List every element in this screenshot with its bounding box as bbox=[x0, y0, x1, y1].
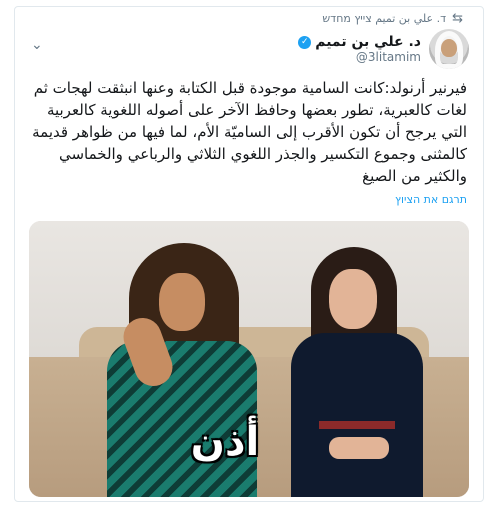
tweet-header: د. علي بن تميم ✓ @3litamim bbox=[298, 29, 469, 69]
author-display-name-row: د. علي بن تميم ✓ bbox=[298, 34, 421, 50]
author-names: د. علي بن تميم ✓ @3litamim bbox=[298, 34, 421, 64]
author-handle[interactable]: @3litamim bbox=[298, 50, 421, 64]
woman-left-face bbox=[159, 273, 205, 331]
translate-tweet-link[interactable]: תרגם את הציוץ bbox=[395, 193, 467, 206]
woman-right-face bbox=[329, 269, 377, 329]
media-caption-word: أذن bbox=[190, 419, 260, 465]
woman-right-hands bbox=[329, 437, 389, 459]
retweet-context: ⇆ ד. علي بن تميم צייץ מחדש bbox=[322, 11, 463, 26]
woman-right-body bbox=[291, 333, 423, 497]
tweet-card: ⇆ ד. علي بن تميم צייץ מחדש د. علي بن تمي… bbox=[14, 6, 484, 502]
chevron-down-icon[interactable]: ⌄ bbox=[31, 37, 43, 53]
retweet-label[interactable]: ד. علي بن تميم צייץ מחדש bbox=[322, 12, 446, 25]
author-display-name[interactable]: د. علي بن تميم bbox=[315, 34, 421, 50]
woman-right-belt bbox=[319, 421, 395, 429]
tweet-media[interactable]: أذن bbox=[29, 221, 469, 497]
avatar-headdress bbox=[435, 31, 463, 69]
avatar[interactable] bbox=[429, 29, 469, 69]
retweet-icon: ⇆ bbox=[452, 11, 463, 26]
tweet-text: فيرنير أرنولد:كانت السامية موجودة قبل ال… bbox=[32, 79, 467, 185]
verified-badge-icon: ✓ bbox=[298, 35, 312, 49]
